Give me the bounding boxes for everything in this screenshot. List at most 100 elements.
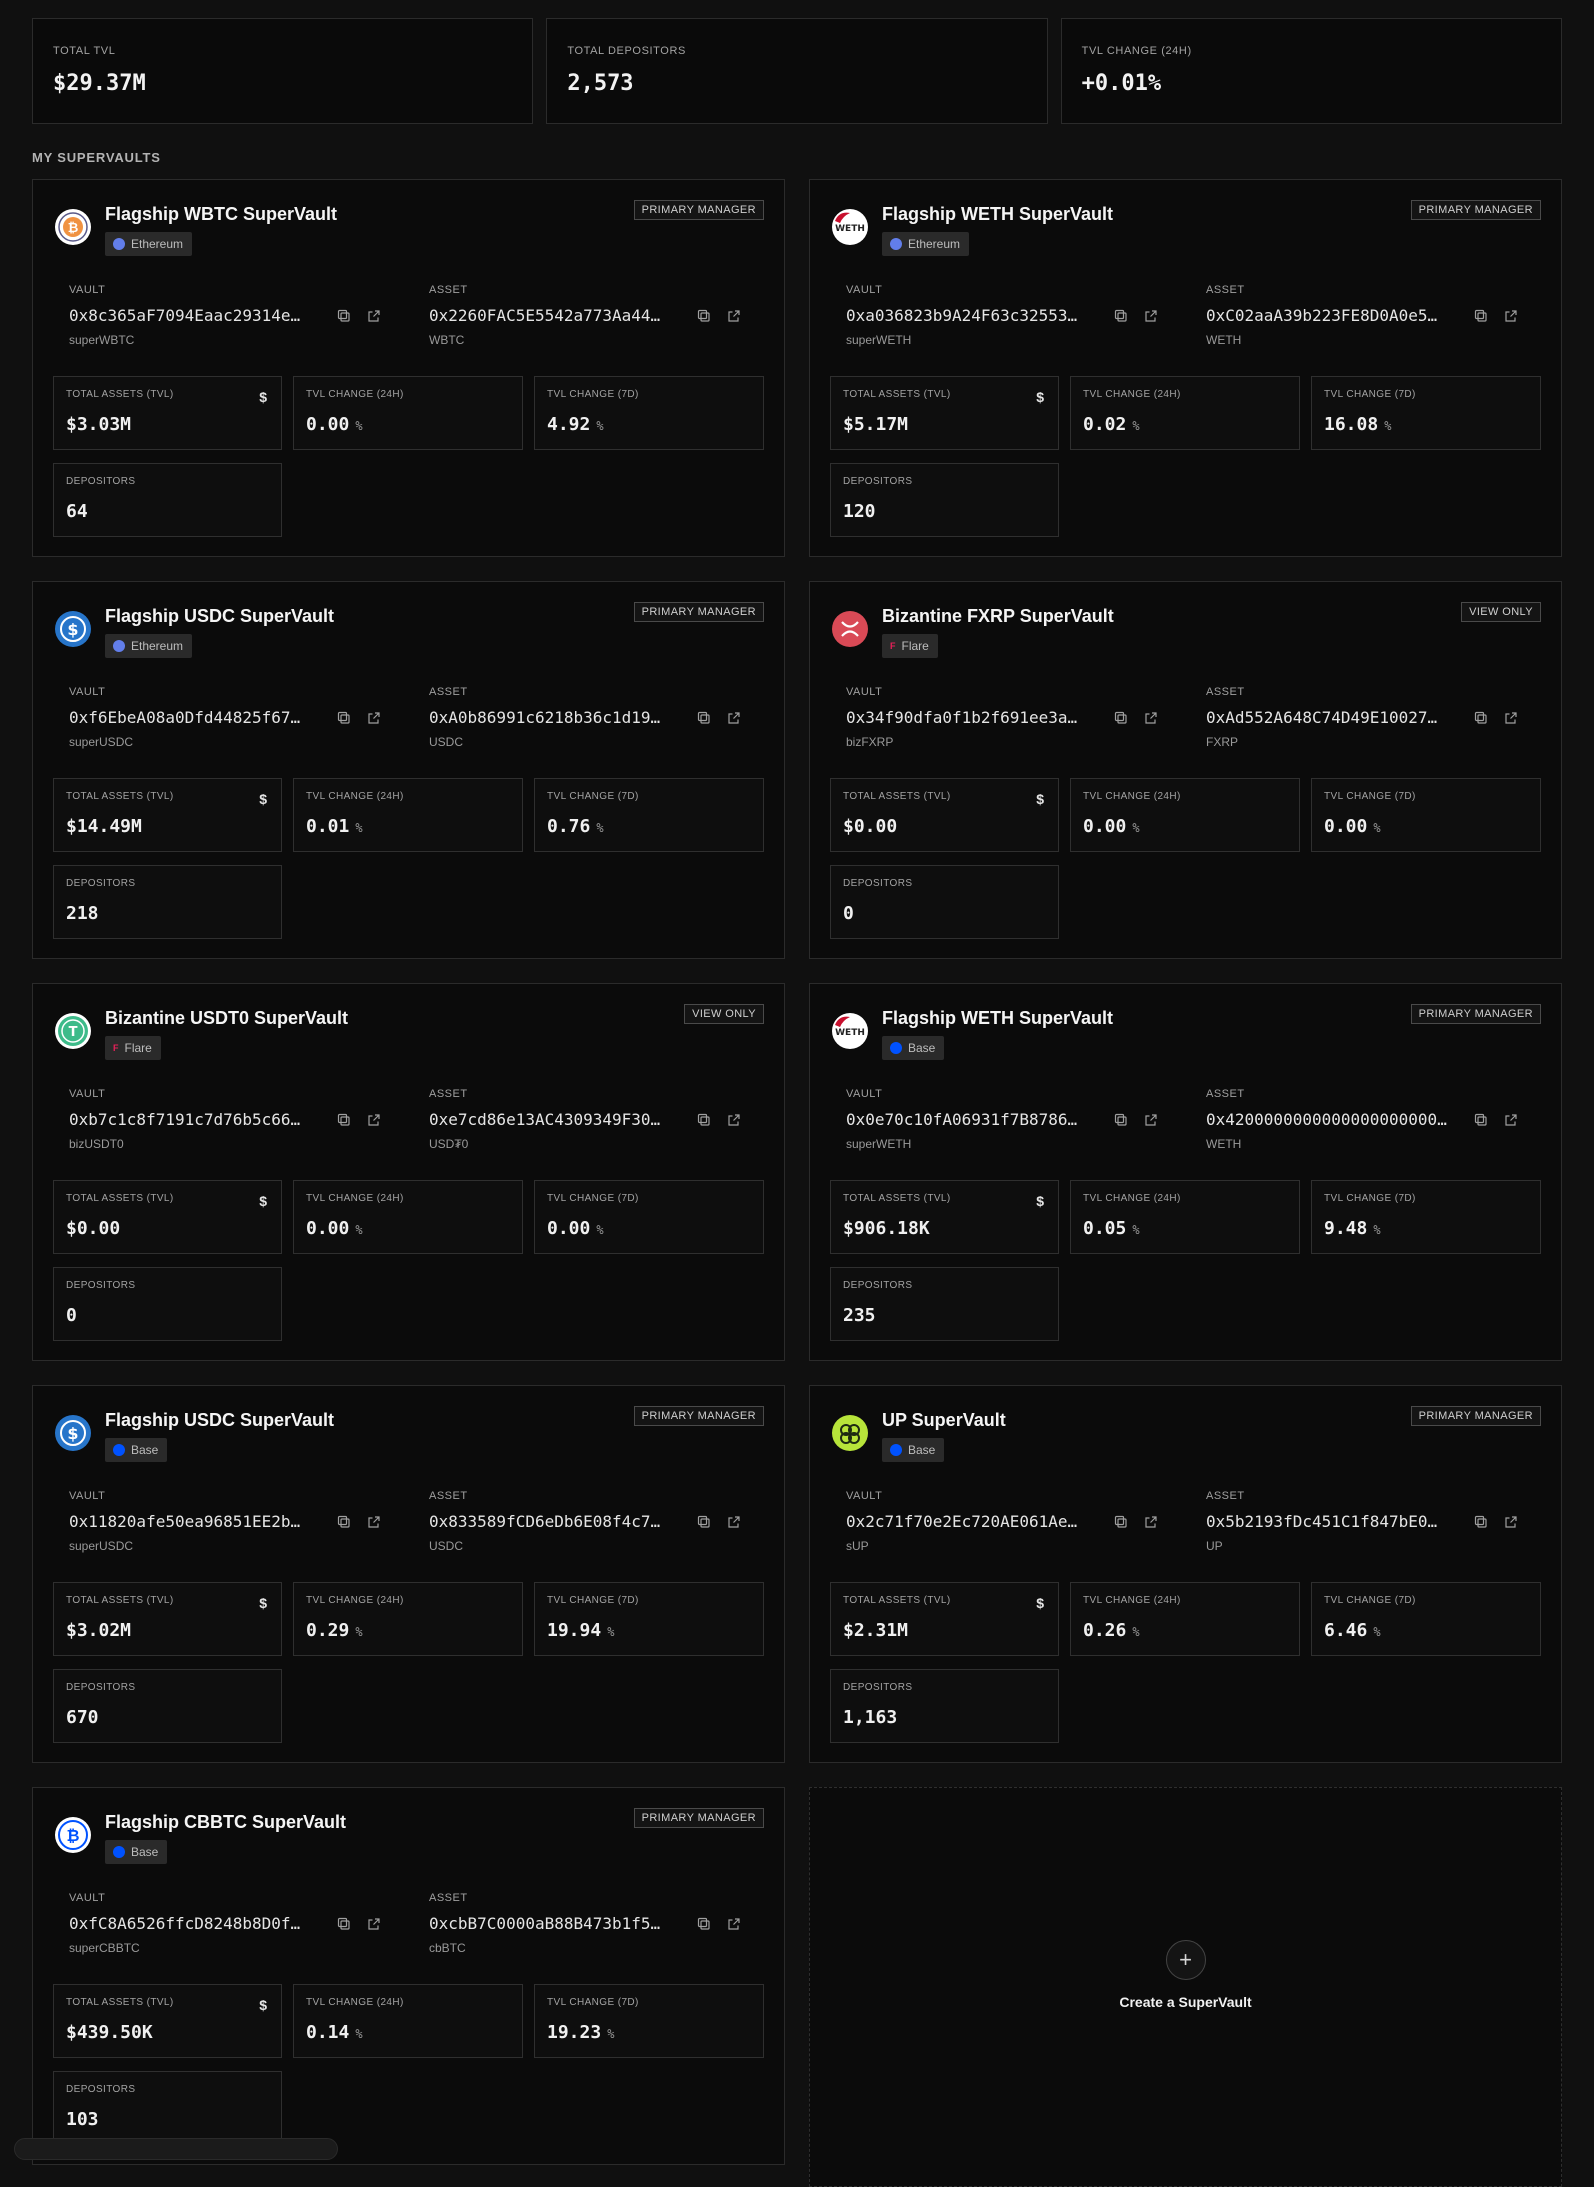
external-link-icon[interactable] (727, 1917, 741, 1931)
depositors-label: DEPOSITORS (66, 2084, 136, 2095)
external-link-icon[interactable] (367, 711, 381, 725)
asset-symbol: cbBTC (429, 1941, 466, 1955)
tvl-change-24h-value: 0.02 (1083, 414, 1127, 435)
vault-name[interactable]: Bizantine FXRP SuperVault (882, 606, 1114, 627)
vault-name[interactable]: Bizantine USDT0 SuperVault (105, 1008, 348, 1029)
vault-name[interactable]: Flagship WETH SuperVault (882, 204, 1113, 225)
chain-chip: F Flare (882, 634, 938, 658)
copy-icon[interactable] (697, 1917, 711, 1931)
external-link-icon[interactable] (1504, 1113, 1518, 1127)
tvl-change-7d-value: 0.00 (547, 1218, 591, 1239)
dollar-icon: $ (259, 1997, 267, 2013)
vault-name[interactable]: Flagship CBBTC SuperVault (105, 1812, 346, 1833)
external-link-icon[interactable] (367, 1113, 381, 1127)
vault-card[interactable]: Bizantine FXRP SuperVault F Flare VIEW ONLY… (809, 581, 1562, 959)
external-link-icon[interactable] (367, 1917, 381, 1931)
copy-icon[interactable] (697, 309, 711, 323)
vault-card[interactable]: WETH Flagship WETH SuperVault Base PRIMARY … (809, 983, 1562, 1361)
total-assets-stat: TOTAL ASSETS (TVL) $ $439.50K (53, 1984, 282, 2058)
percent-unit: % (355, 1625, 363, 1639)
base-icon (113, 1846, 125, 1858)
vault-card[interactable]: $ Flagship USDC SuperVault Ethereum PRIMARY… (32, 581, 785, 959)
vault-card[interactable]: $ Flagship USDC SuperVault Base PRIMARY MAN… (32, 1385, 785, 1763)
external-link-icon[interactable] (367, 1515, 381, 1529)
tvl-change-24h-stat: TVL CHANGE (24H) 0.29% (293, 1582, 523, 1656)
vault-name[interactable]: Flagship USDC SuperVault (105, 606, 334, 627)
copy-icon[interactable] (697, 1515, 711, 1529)
tvl-change-7d-label: TVL CHANGE (7D) (547, 1997, 639, 2008)
plus-icon[interactable]: + (1165, 1940, 1206, 1980)
supervault-grid: ₿ Flagship WBTC SuperVault Ethereum PRIMARY… (32, 179, 1562, 2187)
total-assets-value: $2.31M (843, 1620, 909, 1641)
vault-label: VAULT (69, 686, 106, 698)
vault-card[interactable]: T Bizantine USDT0 SuperVault F Flare VIEW ON… (32, 983, 785, 1361)
asset-address: 0xAd552A648C74D49E10027… (1206, 708, 1438, 727)
vault-name[interactable]: UP SuperVault (882, 1410, 1006, 1431)
vault-name[interactable]: Flagship WETH SuperVault (882, 1008, 1113, 1029)
flare-icon: F (890, 641, 896, 651)
percent-unit: % (607, 2027, 615, 2041)
copy-icon[interactable] (1114, 309, 1128, 323)
copy-icon[interactable] (1474, 1113, 1488, 1127)
tvl-change-24h-stat: TVL CHANGE (24H) 0.01% (293, 778, 523, 852)
chain-name: Ethereum (131, 639, 184, 653)
copy-icon[interactable] (337, 1515, 351, 1529)
chain-name: Ethereum (908, 237, 961, 251)
create-supervault-card[interactable]: + Create a SuperVault (809, 1787, 1562, 2187)
tvl-change-7d-label: TVL CHANGE (7D) (547, 791, 639, 802)
copy-icon[interactable] (337, 1917, 351, 1931)
external-link-icon[interactable] (727, 309, 741, 323)
asset-label: ASSET (1206, 284, 1245, 296)
role-badge: PRIMARY MANAGER (1410, 200, 1541, 220)
external-link-icon[interactable] (1144, 711, 1158, 725)
wbtc-icon: ₿ (54, 208, 92, 246)
external-link-icon[interactable] (1504, 711, 1518, 725)
svg-text:$: $ (67, 620, 78, 639)
external-link-icon[interactable] (727, 1113, 741, 1127)
vault-card[interactable]: ₿ Flagship WBTC SuperVault Ethereum PRIMARY… (32, 179, 785, 557)
depositors-value: 218 (66, 903, 99, 924)
external-link-icon[interactable] (1144, 309, 1158, 323)
depositors-stat: DEPOSITORS 218 (53, 865, 282, 939)
vault-label: VAULT (846, 284, 883, 296)
external-link-icon[interactable] (1144, 1515, 1158, 1529)
vault-label: VAULT (846, 1088, 883, 1100)
depositors-value: 103 (66, 2109, 99, 2130)
total-assets-stat: TOTAL ASSETS (TVL) $ $0.00 (53, 1180, 282, 1254)
copy-icon[interactable] (337, 309, 351, 323)
external-link-icon[interactable] (1504, 309, 1518, 323)
vault-card[interactable]: ₿ Flagship CBBTC SuperVault Base PRIMARY MA… (32, 1787, 785, 2165)
depositors-value: 0 (66, 1305, 77, 1326)
copy-icon[interactable] (1474, 1515, 1488, 1529)
role-badge: PRIMARY MANAGER (1410, 1406, 1541, 1426)
copy-icon[interactable] (1114, 1515, 1128, 1529)
copy-icon[interactable] (697, 1113, 711, 1127)
copy-icon[interactable] (1114, 711, 1128, 725)
total-tvl-card: TOTAL TVL $29.37M (32, 18, 534, 124)
percent-unit: % (1132, 419, 1140, 433)
chain-name: Flare (124, 1041, 152, 1055)
tvl-change-7d-value: 6.46 (1324, 1620, 1368, 1641)
copy-icon[interactable] (337, 711, 351, 725)
copy-icon[interactable] (697, 711, 711, 725)
depositors-stat: DEPOSITORS 235 (830, 1267, 1059, 1341)
external-link-icon[interactable] (1144, 1113, 1158, 1127)
external-link-icon[interactable] (727, 711, 741, 725)
vault-name[interactable]: Flagship WBTC SuperVault (105, 204, 337, 225)
external-link-icon[interactable] (367, 309, 381, 323)
tvl-change-24h-stat: TVL CHANGE (24H) 0.14% (293, 1984, 523, 2058)
copy-icon[interactable] (337, 1113, 351, 1127)
tvl-change-7d-stat: TVL CHANGE (7D) 19.23% (534, 1984, 764, 2058)
copy-icon[interactable] (1474, 711, 1488, 725)
copy-icon[interactable] (1114, 1113, 1128, 1127)
external-link-icon[interactable] (1504, 1515, 1518, 1529)
vault-card[interactable]: UP SuperVault Base PRIMARY MANAGER VAULT 0x2… (809, 1385, 1562, 1763)
copy-icon[interactable] (1474, 309, 1488, 323)
vault-address: 0x34f90dfa0f1b2f691ee3a… (846, 708, 1078, 727)
tvl-change-24h-value: 0.01 (306, 816, 350, 837)
vault-card[interactable]: WETH Flagship WETH SuperVault Ethereum PRIM… (809, 179, 1562, 557)
external-link-icon[interactable] (727, 1515, 741, 1529)
asset-address-block: ASSET 0x833589fCD6eDb6E08f4c7… USDC (429, 1490, 759, 1553)
tvl-change-24h-stat: TVL CHANGE (24H) 0.02% (1070, 376, 1300, 450)
vault-name[interactable]: Flagship USDC SuperVault (105, 1410, 334, 1431)
